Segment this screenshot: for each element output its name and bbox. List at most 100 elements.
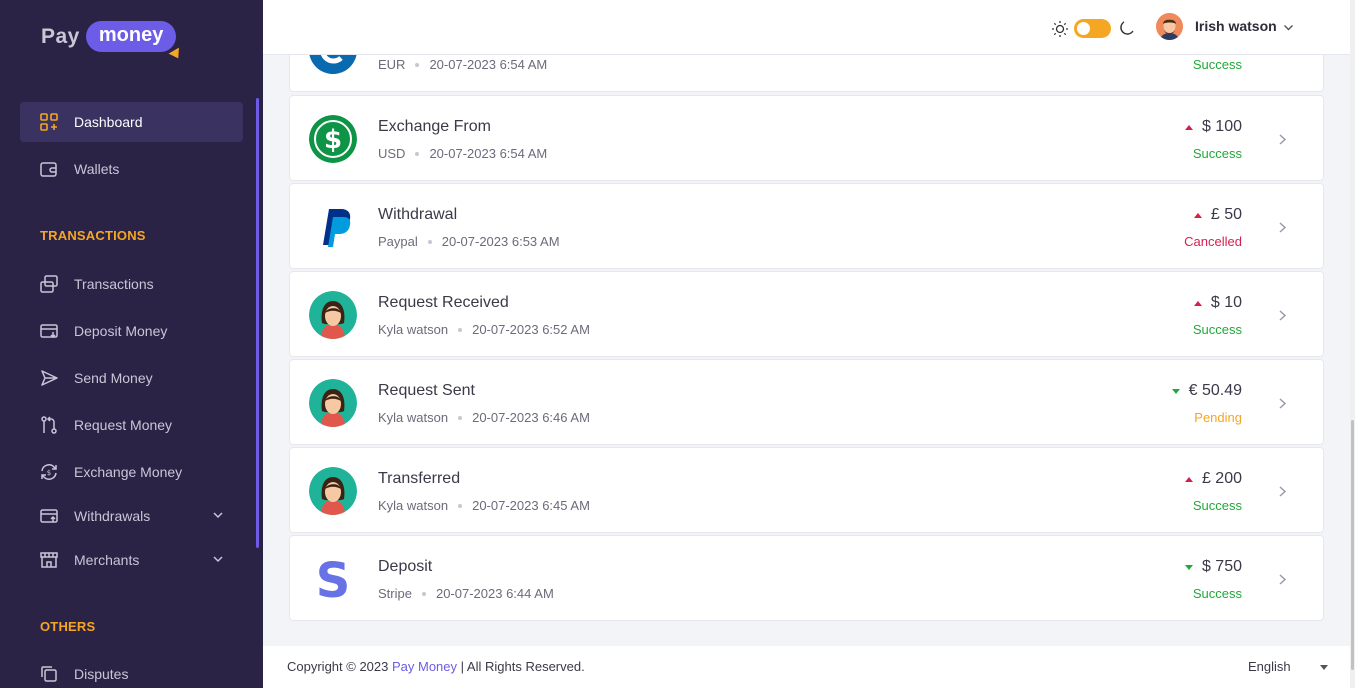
page-scrollbar-thumb[interactable]: [1351, 420, 1354, 670]
brand-logo[interactable]: Pay money: [41, 21, 184, 62]
arrow-up-icon: [1184, 476, 1193, 482]
table-row[interactable]: Request Sent Kyla watson 20-07-2023 6:46…: [289, 359, 1324, 445]
sidebar-scrollbar[interactable]: [256, 98, 259, 548]
separator-dot: [415, 62, 420, 67]
chevron-down-icon[interactable]: [1283, 22, 1294, 33]
transaction-title: Withdrawal: [378, 206, 458, 223]
table-row[interactable]: Withdrawal Paypal 20-07-2023 6:53 AM £ 5…: [289, 183, 1324, 269]
logo-pay-text: Pay: [41, 24, 80, 48]
separator-dot: [415, 151, 420, 156]
user-name[interactable]: Irish watson: [1195, 18, 1277, 34]
amount-value: $ 750: [1201, 558, 1242, 575]
table-row[interactable]: Transferred Kyla watson 20-07-2023 6:45 …: [289, 447, 1324, 533]
transaction-title: Exchange From: [378, 118, 491, 135]
sidebar-item-transactions[interactable]: Transactions: [20, 264, 243, 304]
chevron-down-icon: [213, 512, 223, 519]
transaction-meta: Kyla watson 20-07-2023 6:52 AM: [378, 322, 590, 337]
sun-icon[interactable]: [1051, 20, 1069, 38]
section-title-others: OTHERS: [40, 619, 96, 634]
top-header: Irish watson: [263, 0, 1350, 55]
arrow-up-icon: [1184, 124, 1193, 130]
dashboard-icon: [40, 113, 58, 131]
arrow-down-icon: [1184, 564, 1193, 570]
sidebar-item-withdrawals[interactable]: Withdrawals: [20, 496, 243, 536]
moon-icon[interactable]: [1117, 20, 1135, 38]
separator-dot: [458, 327, 463, 332]
chevron-right-icon[interactable]: [1278, 134, 1287, 145]
separator-dot: [458, 415, 463, 420]
chevron-down-icon: [213, 556, 223, 563]
avatar[interactable]: [1156, 13, 1183, 40]
sidebar-item-disputes[interactable]: Disputes: [20, 654, 243, 688]
table-row[interactable]: S Deposit Stripe 20-07-2023 6:44 AM $ 75…: [289, 535, 1324, 621]
transaction-meta: Paypal 20-07-2023 6:53 AM: [378, 234, 560, 249]
sidebar-item-request-money[interactable]: Request Money: [20, 405, 243, 445]
chevron-right-icon[interactable]: [1278, 310, 1287, 321]
sidebar-item-label: Deposit Money: [74, 323, 168, 339]
sidebar-item-exchange-money[interactable]: $ Exchange Money: [20, 452, 243, 492]
sidebar-item-label: Exchange Money: [74, 464, 183, 480]
sidebar-item-label: Merchants: [74, 552, 140, 568]
status-badge: Success: [1192, 322, 1242, 337]
sidebar-item-send-money[interactable]: Send Money: [20, 358, 243, 398]
transaction-meta: USD 20-07-2023 6:54 AM: [378, 146, 547, 161]
theme-toggle[interactable]: [1074, 19, 1111, 38]
send-icon: [41, 370, 58, 386]
copyright-suffix: | All Rights Reserved.: [460, 659, 585, 674]
transaction-title: Request Received: [378, 294, 509, 311]
transaction-date: 20-07-2023 6:46 AM: [472, 410, 590, 425]
arrow-up-icon: [1193, 212, 1202, 218]
copyright-text: Copyright © 2023 Pay Money | All Rights …: [287, 659, 585, 674]
separator-dot: [421, 591, 426, 596]
transaction-title: Transferred: [378, 470, 461, 487]
transaction-amount: $ 100: [1184, 118, 1242, 136]
amount-value: $ 10: [1210, 294, 1242, 311]
svg-text:$: $: [324, 125, 342, 155]
separator-dot: [427, 239, 432, 244]
svg-text:$: $: [47, 469, 51, 477]
transaction-date: 20-07-2023 6:54 AM: [429, 57, 548, 72]
transaction-source: USD: [378, 146, 406, 161]
arrow-down-icon: [1171, 388, 1180, 394]
sidebar-item-label: Dashboard: [74, 114, 143, 130]
transaction-date: 20-07-2023 6:54 AM: [429, 146, 548, 161]
status-badge: Pending: [1194, 410, 1242, 425]
table-row[interactable]: $ Exchange From USD 20-07-2023 6:54 AM $…: [289, 95, 1324, 181]
sidebar-item-dashboard[interactable]: Dashboard: [20, 102, 243, 142]
chevron-right-icon[interactable]: [1278, 486, 1287, 497]
user-avatar-icon: [309, 467, 357, 515]
language-select[interactable]: English: [1248, 659, 1291, 674]
transaction-amount: £ 50: [1193, 206, 1242, 224]
page-footer: Copyright © 2023 Pay Money | All Rights …: [263, 646, 1350, 688]
withdrawal-icon: [40, 509, 58, 523]
chevron-right-icon[interactable]: [1278, 398, 1287, 409]
transaction-meta: Stripe 20-07-2023 6:44 AM: [378, 586, 554, 601]
chevron-right-icon[interactable]: [1278, 222, 1287, 233]
transaction-amount: € 50.49: [1171, 382, 1242, 400]
transaction-amount: $ 10: [1193, 294, 1242, 312]
caret-down-icon[interactable]: [1320, 665, 1328, 670]
status-badge: Success: [1192, 146, 1242, 161]
sidebar-item-label: Transactions: [74, 276, 154, 292]
sidebar-item-deposit-money[interactable]: Deposit Money: [20, 311, 243, 351]
transactions-icon: [40, 275, 58, 293]
sidebar-item-wallets[interactable]: Wallets: [20, 149, 243, 189]
section-title-transactions: TRANSACTIONS: [40, 228, 146, 243]
wallet-icon: [40, 162, 57, 177]
user-avatar-icon: [309, 291, 357, 339]
sidebar-item-label: Withdrawals: [74, 508, 151, 524]
exchange-icon: $: [41, 464, 57, 480]
sidebar-item-label: Disputes: [74, 666, 129, 682]
amount-value: $ 100: [1201, 118, 1242, 135]
status-badge: Success: [1192, 57, 1242, 72]
chevron-right-icon[interactable]: [1278, 574, 1287, 585]
sidebar-item-merchants[interactable]: Merchants: [20, 540, 243, 580]
sidebar-item-label: Send Money: [74, 370, 153, 386]
sidebar: Pay money Dashboard Wallets TRANSACTIONS…: [0, 0, 263, 688]
footer-brand-link[interactable]: Pay Money: [392, 659, 457, 674]
table-row[interactable]: Request Received Kyla watson 20-07-2023 …: [289, 271, 1324, 357]
request-icon: [41, 416, 57, 434]
merchant-store-icon: [40, 552, 58, 568]
transaction-source: Kyla watson: [378, 322, 449, 337]
transaction-amount: £ 200: [1184, 470, 1242, 488]
